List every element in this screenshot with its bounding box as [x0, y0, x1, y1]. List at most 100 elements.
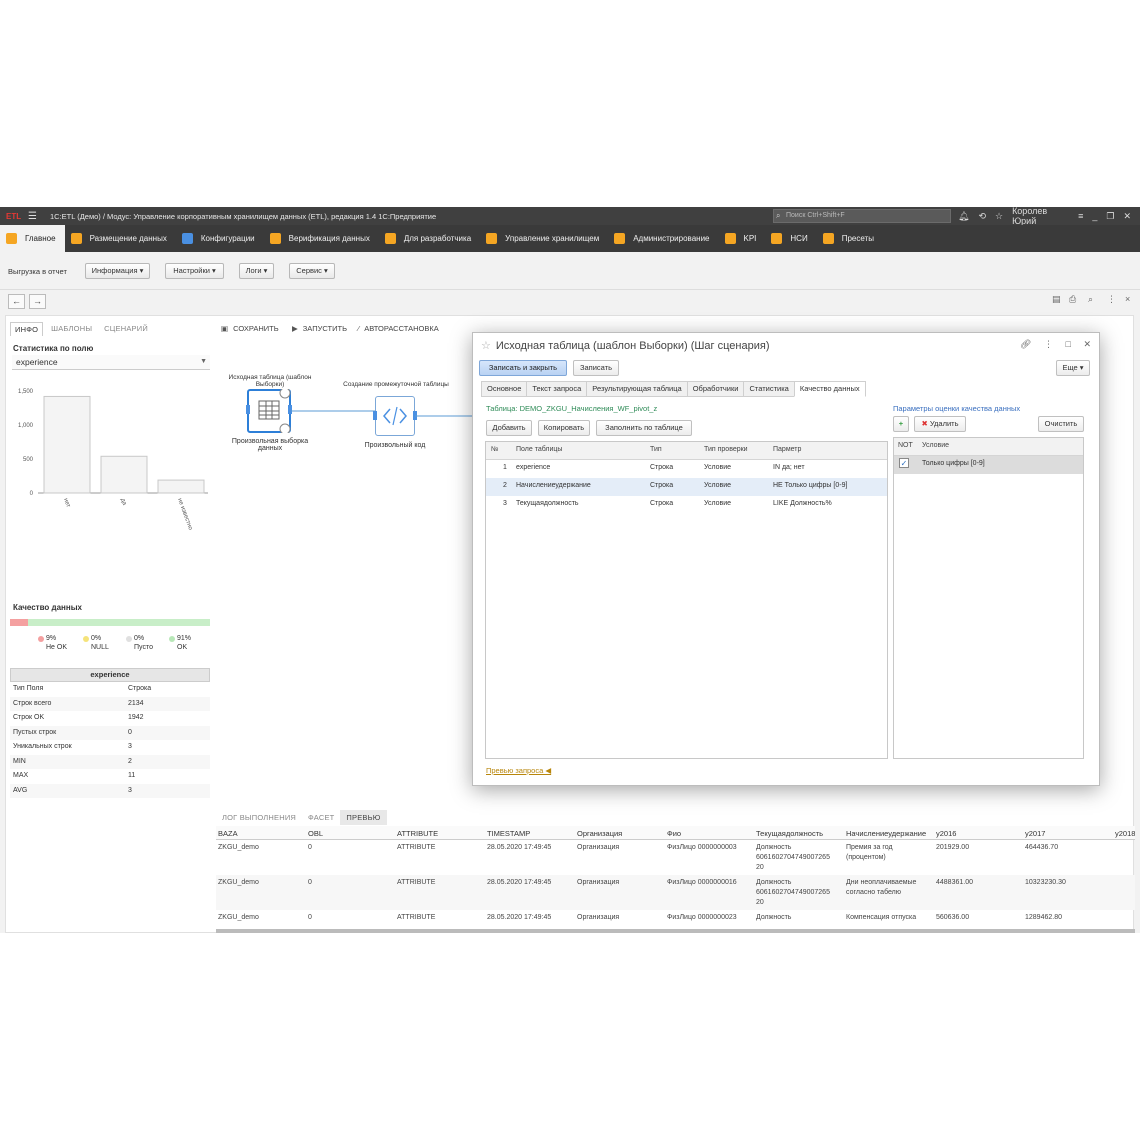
save-button[interactable]: Записать	[573, 360, 619, 376]
rules-row[interactable]: 3 Текущаядолжность Строка Условие LIKE Должн…	[486, 496, 887, 514]
maximize-icon[interactable]: □	[1066, 339, 1071, 349]
tab-scenario[interactable]: СЦЕНАРИЙ	[100, 322, 152, 336]
nav-item-6[interactable]: Администрирование	[608, 225, 718, 252]
table-row[interactable]: ZKGU_demo 0 ATTRIBUTE 28.05.2020 17:49:45 Ор…	[216, 875, 1135, 910]
field-select[interactable]: experience ▼	[12, 355, 210, 370]
nav-item-7[interactable]: KPI	[719, 225, 766, 252]
nav-item-8[interactable]: НСИ	[765, 225, 816, 252]
logs-menu-button[interactable]: Логи ▾	[239, 263, 274, 279]
grid-column-header[interactable]: BAZA	[218, 829, 238, 838]
rules-row[interactable]: 1 experience Строка Условие IN да; нет	[486, 460, 887, 478]
rules-column-header[interactable]: Тип проверки	[704, 446, 748, 453]
chart-bar[interactable]	[100, 455, 148, 494]
user-name[interactable]: Королев Юрий	[1012, 207, 1070, 226]
nav-item-9[interactable]: Пресеты	[817, 225, 883, 252]
global-search-input[interactable]: ⌕ Поиск Ctrl+Shift+F	[773, 209, 951, 223]
tab-execution-log[interactable]: ЛОГ ВЫПОЛНЕНИЯ	[216, 810, 302, 825]
rules-column-header[interactable]: Поле таблицы	[516, 446, 562, 453]
tab-facet[interactable]: ФАСЕТ	[302, 810, 340, 825]
export-report-link[interactable]: Выгрузка в отчет	[8, 267, 67, 276]
nav-item-5[interactable]: Управление хранилищем	[480, 225, 608, 252]
node-custom-code[interactable]	[373, 396, 417, 436]
service-menu-button[interactable]: Сервис ▾	[289, 263, 335, 279]
horizontal-scrollbar[interactable]	[216, 929, 1135, 933]
not-checkbox[interactable]: ✓	[899, 458, 909, 468]
rules-row[interactable]: 2 Начислениеудержание Строка Условие НЕ Толь…	[486, 478, 887, 496]
rules-column-header[interactable]: Парметр	[773, 446, 801, 453]
chart-bar[interactable]	[157, 479, 205, 494]
more-icon[interactable]: ⋮	[1044, 339, 1053, 349]
table-cell: Организация	[577, 844, 620, 851]
quality-bar	[10, 619, 210, 626]
clear-button[interactable]: Очистить	[1038, 416, 1084, 432]
node-source-table[interactable]	[246, 389, 292, 433]
tab-preview[interactable]: ПРЕВЬЮ	[340, 810, 387, 825]
dialog-tab-2[interactable]: Результирующая таблица	[586, 381, 687, 397]
grid-column-header[interactable]: ATTRIBUTE	[397, 829, 438, 838]
legend-dot-icon	[169, 636, 175, 642]
condition-row[interactable]: ✓ Только цифры [0-9]	[894, 456, 1083, 474]
chart-bar[interactable]	[43, 395, 91, 494]
bell-icon[interactable]: 🔔︎	[958, 211, 969, 222]
nav-item-1[interactable]: Размещение данных	[65, 225, 176, 252]
grid-column-header[interactable]: Текущаядолжность	[756, 829, 823, 838]
tab-info[interactable]: ИНФО	[10, 322, 44, 336]
nav-item-2[interactable]: Конфигурации	[176, 225, 264, 252]
col-condition: Условие	[922, 442, 950, 449]
add-condition-icon[interactable]: +	[893, 416, 909, 432]
more-icon[interactable]: ⋮	[1107, 294, 1116, 305]
star-icon[interactable]: ☆	[995, 211, 1003, 222]
print-icon[interactable]: ⎙	[1069, 294, 1076, 305]
table-name-link[interactable]: Таблица: DEMO_ZKGU_Начисления_WF_pivot_z	[486, 404, 657, 413]
more-button[interactable]: Еще ▾	[1056, 360, 1090, 376]
rules-column-header[interactable]: №	[491, 446, 499, 453]
save-and-close-button[interactable]: Записать и закрыть	[479, 360, 567, 376]
dialog-tab-5[interactable]: Качество данных	[793, 381, 866, 397]
settings-menu-icon[interactable]: ≡	[1078, 211, 1083, 221]
dialog-tab-0[interactable]: Основное	[481, 381, 527, 397]
star-icon[interactable]: ☆	[481, 340, 491, 352]
info-menu-button[interactable]: Информация ▾	[85, 263, 150, 279]
nav-item-0[interactable]: Главное	[0, 225, 65, 252]
close-form-icon[interactable]: ×	[1125, 294, 1130, 304]
stats-table: experience Тип Поля Строка Строк всего 2134…	[10, 668, 210, 798]
dialog-tab-4[interactable]: Статистика	[743, 381, 794, 397]
minimize-icon[interactable]: _	[1092, 211, 1097, 221]
nav-item-4[interactable]: Для разработчика	[379, 225, 480, 252]
auto-layout-button[interactable]: ⁄ АВТОРАССТАНОВКА	[358, 324, 439, 333]
menu-icon[interactable]: ☰	[28, 211, 42, 222]
grid-column-header[interactable]: y2016	[936, 829, 956, 838]
grid-column-header[interactable]: TIMESTAMP	[487, 829, 530, 838]
grid-column-header[interactable]: y2018	[1115, 829, 1135, 838]
add-button[interactable]: Добавить	[486, 420, 532, 436]
fill-from-table-button[interactable]: Заполнить по таблице	[596, 420, 692, 436]
back-button[interactable]: ←	[8, 294, 25, 309]
delete-button[interactable]: ✖ Удалить	[914, 416, 966, 432]
tab-templates[interactable]: ШАБЛОНЫ	[47, 322, 96, 336]
dialog-tab-3[interactable]: Обработчики	[686, 381, 744, 397]
close-icon[interactable]: ✕	[1123, 211, 1131, 222]
save-icon[interactable]: ▤	[1052, 294, 1061, 305]
grid-column-header[interactable]: Фио	[667, 829, 681, 838]
save-scenario-button[interactable]: ▣ СОХРАНИТЬ	[221, 324, 279, 333]
dialog-tab-1[interactable]: Текст запроса	[526, 381, 587, 397]
grid-column-header[interactable]: Начислениеудержание	[846, 829, 926, 838]
forward-button[interactable]: →	[29, 294, 46, 309]
stats-key: Тип Поля	[13, 685, 44, 692]
settings-menu-button[interactable]: Настройки ▾	[165, 263, 224, 279]
run-button[interactable]: ▶ ЗАПУСТИТЬ	[292, 324, 347, 333]
grid-column-header[interactable]: y2017	[1025, 829, 1045, 838]
preview-query-link[interactable]: Превью запроса ◀	[486, 766, 551, 775]
close-icon[interactable]: ✕	[1083, 339, 1091, 349]
nav-item-3[interactable]: Верификация данных	[264, 225, 379, 252]
copy-button[interactable]: Копировать	[538, 420, 590, 436]
grid-header: BAZA OBL ATTRIBUTE TIMESTAMP Организация Фио Т…	[216, 826, 1135, 840]
restore-icon[interactable]: ❐	[1106, 211, 1114, 222]
history-icon[interactable]: ⟲	[978, 211, 986, 222]
grid-column-header[interactable]: OBL	[308, 829, 323, 838]
find-icon[interactable]: ⌕	[1088, 294, 1093, 305]
grid-column-header[interactable]: Организация	[577, 829, 622, 838]
link-icon[interactable]: 🔗︎	[1020, 339, 1031, 349]
rules-column-header[interactable]: Тип	[650, 446, 662, 453]
table-row[interactable]: ZKGU_demo 0 ATTRIBUTE 28.05.2020 17:49:45 Ор…	[216, 840, 1135, 875]
